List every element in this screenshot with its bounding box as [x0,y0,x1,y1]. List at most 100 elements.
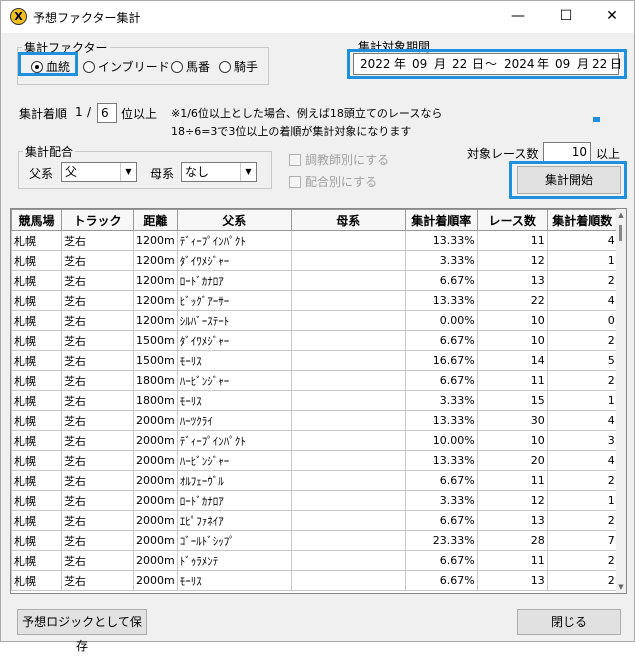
table-row[interactable]: 札幌 芝右 1200m ﾀﾞｲﾜﾒｼﾞｬｰ 3.33% 12 1 [11,250,618,271]
radio-jockey[interactable]: 騎手 [219,58,258,75]
table-cell: 2 [546,370,618,391]
table-cell: 6.67% [404,510,478,531]
col-header-race-count[interactable]: レース数 [476,209,548,231]
highlight-bloodline [18,52,78,76]
table-row[interactable]: 札幌 芝右 2000m ｴﾋﾟﾌｧﾈｲｱ 6.67% 13 2 [11,510,618,531]
table-row[interactable]: 札幌 芝右 1200m ﾋﾞｯｸﾞｱｰｻｰ 13.33% 22 4 [11,290,618,311]
table-cell: 13.33% [404,450,478,471]
table-cell: 札幌 [11,310,62,331]
table-cell: 芝右 [61,330,134,351]
table-cell [290,350,406,371]
race-count-input[interactable]: 10 [543,142,591,162]
dam-select[interactable]: なし ▼ [181,162,257,182]
rank-divisor-input[interactable]: 6 [97,103,117,123]
scroll-up-icon[interactable]: ▲ [616,211,626,219]
scroll-down-icon[interactable]: ▼ [616,583,626,591]
col-header-course[interactable]: 競馬場 [11,209,62,231]
table-cell: 10.00% [404,430,478,451]
close-button[interactable]: 閉じる [517,609,621,635]
table-cell [290,410,406,431]
table-row[interactable]: 札幌 芝右 2000m ｺﾞｰﾙﾄﾞｼｯﾌﾟ 23.33% 28 7 [11,530,618,551]
check-by-mating[interactable]: 配合別にする [289,173,377,190]
rank-note-line2: 18÷6=3で3位以上の着順が集計対象になります [171,125,412,138]
rank-slash: / [87,105,92,119]
table-cell [290,250,406,271]
col-header-track[interactable]: トラック [61,209,134,231]
table-cell: 1800m [133,390,178,411]
grid-scrollbar[interactable]: ▲ ▼ [616,209,626,593]
table-cell: 3.33% [404,250,478,271]
maximize-button[interactable]: ☐ [543,1,589,33]
table-cell: 11 [476,550,548,571]
radio-icon [171,61,183,73]
table-cell: 2 [546,470,618,491]
minimize-button[interactable]: — [495,1,541,33]
table-cell: 札幌 [11,430,62,451]
table-row[interactable]: 札幌 芝右 2000m ﾊｰﾂｸﾗｲ 13.33% 30 4 [11,410,618,431]
table-cell: 2000m [133,510,178,531]
col-header-rate[interactable]: 集計着順率 [404,209,478,231]
table-row[interactable]: 札幌 芝右 2000m ﾄﾞｩﾗﾒﾝﾃ 6.67% 11 2 [11,550,618,571]
table-cell: ｺﾞｰﾙﾄﾞｼｯﾌﾟ [176,530,292,551]
results-grid[interactable]: 競馬場 トラック 距離 父系 母系 集計着順率 レース数 集計着順数 札幌 芝右 1… [10,208,627,594]
table-row[interactable]: 札幌 芝右 2000m ﾓｰﾘｽ 6.67% 13 2 [11,570,618,591]
table-cell [290,470,406,491]
table-cell: ﾊｰﾂｸﾗｲ [176,410,292,431]
scroll-thumb[interactable] [619,225,622,241]
table-cell: 札幌 [11,510,62,531]
check-by-trainer[interactable]: 調教師別にする [289,151,389,168]
table-cell: 1500m [133,330,178,351]
table-cell: 2000m [133,470,178,491]
table-row[interactable]: 札幌 芝右 1200m ﾛｰﾄﾞｶﾅﾛｱ 6.67% 13 2 [11,270,618,291]
title-bar: X 予想ファクター集計 — ☐ ✕ [1,1,634,33]
table-cell: 12 [476,490,548,511]
sire-select[interactable]: 父 ▼ [61,162,137,182]
check-by-mating-label: 配合別にする [305,175,378,189]
table-cell: 札幌 [11,530,62,551]
table-cell: ﾓｰﾘｽ [176,570,292,591]
table-cell: ｴﾋﾟﾌｧﾈｲｱ [176,510,292,531]
table-cell: 芝右 [61,490,134,511]
table-cell: 芝右 [61,410,134,431]
save-as-logic-button[interactable]: 予想ロジックとして保存 [17,609,147,653]
table-row[interactable]: 札幌 芝右 2000m ｵﾙﾌｪｰｳﾞﾙ 6.67% 11 2 [11,470,618,491]
chevron-down-icon[interactable]: ▼ [240,163,256,181]
factor-aggregation-window: X 予想ファクター集計 — ☐ ✕ 集計ファクター 血統 インブリード 馬番 騎… [0,0,635,653]
table-cell: 14 [476,350,548,371]
table-row[interactable]: 札幌 芝右 1200m ｼﾙﾊﾞｰｽﾃｰﾄ 0.00% 10 0 [11,310,618,331]
col-header-hit-count[interactable]: 集計着順数 [546,209,618,231]
table-cell: 2 [546,550,618,571]
table-row[interactable]: 札幌 芝右 1500m ﾀﾞｲﾜﾒｼﾞｬｰ 6.67% 10 2 [11,330,618,351]
table-cell: 2 [546,570,618,591]
table-row[interactable]: 札幌 芝右 1800m ﾊｰﾋﾞﾝｼﾞｬｰ 6.67% 11 2 [11,370,618,391]
table-row[interactable]: 札幌 芝右 1800m ﾓｰﾘｽ 3.33% 15 1 [11,390,618,411]
race-count-suffix: 以上 [596,147,621,161]
table-row[interactable]: 札幌 芝右 2000m ﾛｰﾄﾞｶﾅﾛｱ 3.33% 12 1 [11,490,618,511]
table-cell: 芝右 [61,390,134,411]
table-cell: 3 [546,430,618,451]
table-cell: 0.00% [404,310,478,331]
rank-label: 集計着順 [19,107,68,121]
table-cell [290,550,406,571]
pairing-legend: 集計配合 [25,145,74,159]
radio-horse-number[interactable]: 馬番 [171,58,210,75]
col-header-sire[interactable]: 父系 [176,209,292,231]
table-cell: 2000m [133,450,178,471]
table-cell: 1 [546,250,618,271]
col-header-distance[interactable]: 距離 [133,209,178,231]
table-row[interactable]: 札幌 芝右 1500m ﾓｰﾘｽ 16.67% 14 5 [11,350,618,371]
table-cell: 1200m [133,310,178,331]
table-row[interactable]: 札幌 芝右 2000m ﾃﾞｨｰﾌﾟｲﾝﾊﾟｸﾄ 10.00% 10 3 [11,430,618,451]
table-cell: 札幌 [11,490,62,511]
radio-inbreed[interactable]: インブリード [83,58,170,75]
col-header-dam[interactable]: 母系 [290,209,406,231]
table-cell: 芝右 [61,570,134,591]
chevron-down-icon[interactable]: ▼ [120,163,136,181]
table-cell: 30 [476,410,548,431]
blue-marker [593,117,600,122]
table-cell: 2 [546,270,618,291]
table-row[interactable]: 札幌 芝右 1200m ﾃﾞｨｰﾌﾟｲﾝﾊﾟｸﾄ 13.33% 11 4 [11,230,618,251]
close-window-button[interactable]: ✕ [589,1,635,33]
table-cell: ﾀﾞｲﾜﾒｼﾞｬｰ [176,250,292,271]
table-row[interactable]: 札幌 芝右 2000m ﾊｰﾋﾞﾝｼﾞｬｰ 13.33% 20 4 [11,450,618,471]
